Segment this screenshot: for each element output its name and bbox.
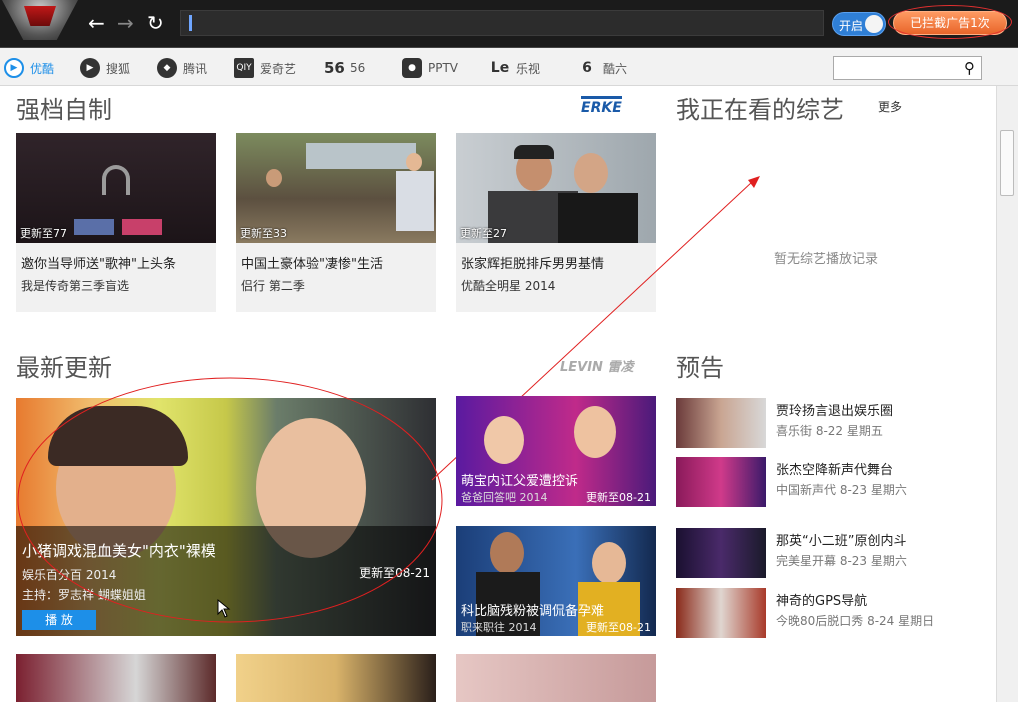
preview-meta: 今晚80后脱口秀 8-24 星期日 <box>776 614 935 628</box>
preview-item[interactable]: 张杰空降新声代舞台 中国新声代 8-23 星期六 <box>676 457 996 507</box>
video-thumbnail[interactable] <box>16 654 216 702</box>
mouse-cursor-icon <box>217 598 231 618</box>
person-shape <box>490 532 524 574</box>
side-card-show: 职来职往 2014 <box>461 621 537 634</box>
side-card-show: 爸爸回答吧 2014 <box>461 491 548 504</box>
side-card-update: 更新至08-21 <box>586 491 651 504</box>
annotation-ellipse <box>17 377 443 623</box>
preview-thumbnail[interactable] <box>676 528 766 578</box>
latest-side-card[interactable]: 萌宝内讧父爱遭控诉 爸爸回答吧 2014 更新至08-21 <box>456 396 656 506</box>
side-card-update: 更新至08-21 <box>586 621 651 634</box>
side-card-title[interactable]: 萌宝内讧父爱遭控诉 <box>461 470 578 489</box>
preview-meta: 完美星开幕 8-23 星期六 <box>776 554 907 568</box>
preview-title[interactable]: 贾玲扬言退出娱乐圈 <box>776 400 893 419</box>
arrow-head <box>748 176 760 188</box>
side-card-title[interactable]: 科比脑残粉被调侃备孕难 <box>461 600 604 619</box>
preview-title[interactable]: 那英“小二班”原创内斗 <box>776 530 906 549</box>
latest-side-card[interactable]: 科比脑残粉被调侃备孕难 职来职往 2014 更新至08-21 <box>456 526 656 636</box>
person-shape <box>574 406 616 458</box>
preview-thumbnail[interactable] <box>676 398 766 448</box>
preview-item[interactable]: 神奇的GPS导航 今晚80后脱口秀 8-24 星期日 <box>676 588 996 638</box>
video-thumbnail[interactable] <box>236 654 436 702</box>
preview-title[interactable]: 神奇的GPS导航 <box>776 590 867 609</box>
person-shape <box>592 542 626 584</box>
preview-thumbnail[interactable] <box>676 588 766 638</box>
video-thumbnail[interactable] <box>456 654 656 702</box>
preview-title[interactable]: 张杰空降新声代舞台 <box>776 459 893 478</box>
preview-meta: 中国新声代 8-23 星期六 <box>776 483 907 497</box>
preview-thumbnail[interactable] <box>676 457 766 507</box>
preview-item[interactable]: 那英“小二班”原创内斗 完美星开幕 8-23 星期六 <box>676 528 996 578</box>
preview-item[interactable]: 贾玲扬言退出娱乐圈 喜乐街 8-22 星期五 <box>676 398 996 448</box>
person-shape <box>484 416 524 464</box>
section-title-preview: 预告 <box>676 354 724 382</box>
preview-meta: 喜乐街 8-22 星期五 <box>776 424 883 438</box>
